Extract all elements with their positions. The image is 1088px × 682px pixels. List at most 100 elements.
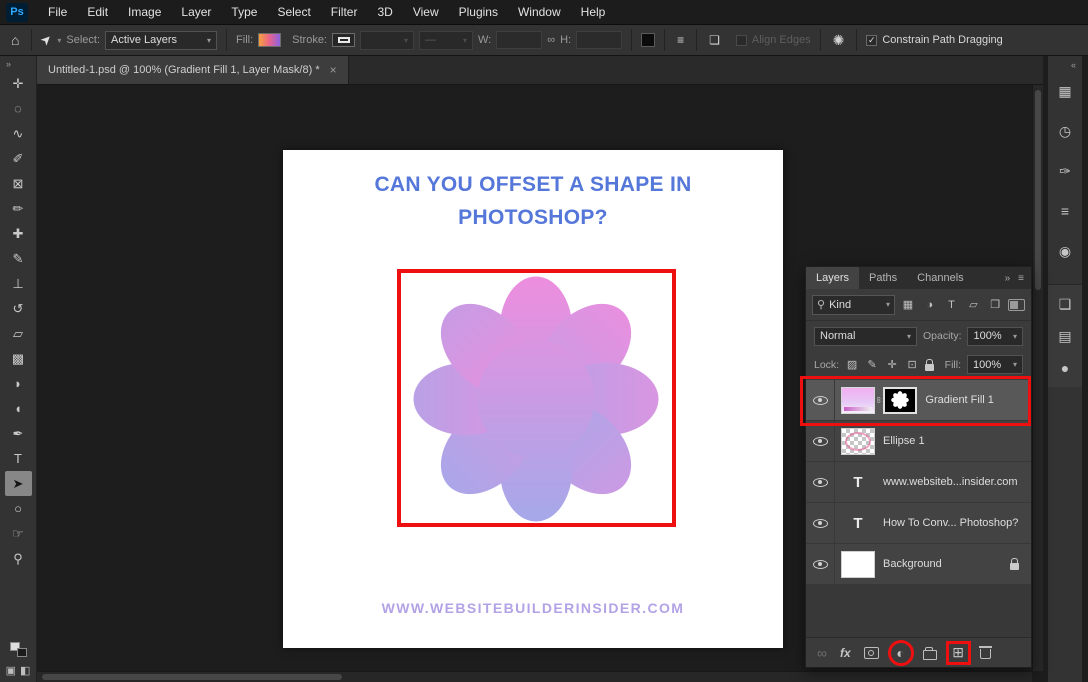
- height-field[interactable]: [576, 31, 622, 49]
- horizontal-scrollbar-thumb[interactable]: [42, 674, 342, 680]
- eye-icon[interactable]: [813, 560, 828, 569]
- vertical-scrollbar-thumb[interactable]: [1035, 90, 1041, 290]
- eraser-tool[interactable]: ▱: [5, 321, 32, 346]
- path-arrangement-icon[interactable]: ❏: [706, 33, 723, 47]
- stroke-width-dropdown[interactable]: ▾: [360, 31, 414, 50]
- gradient-tool[interactable]: ▩: [5, 346, 32, 371]
- hand-tool[interactable]: ☞: [5, 521, 32, 546]
- elliptical-marquee-tool[interactable]: ◌: [5, 96, 32, 121]
- frame-tool[interactable]: ⊠: [5, 171, 32, 196]
- dodge-tool[interactable]: ◖: [5, 396, 32, 421]
- menu-window[interactable]: Window: [508, 0, 571, 25]
- fill-swatch[interactable]: [258, 33, 281, 47]
- filter-kind-dropdown[interactable]: ⚲ Kind ▾: [812, 295, 895, 315]
- home-icon[interactable]: ⌂: [8, 32, 22, 48]
- clone-stamp-tool[interactable]: ⊥: [5, 271, 32, 296]
- type-layer-thumbnail[interactable]: T: [841, 510, 875, 537]
- stroke-type-dropdown[interactable]: — ▾: [419, 31, 473, 50]
- history-brush-tool[interactable]: ↺: [5, 296, 32, 321]
- layer-row-background[interactable]: Background: [806, 544, 1031, 585]
- eyedropper-tool[interactable]: ✏: [5, 196, 32, 221]
- background-color-swatch[interactable]: [17, 648, 27, 657]
- gradients-icon[interactable]: ●: [1052, 355, 1078, 381]
- constrain-path-dragging-checkbox[interactable]: ✓: [866, 35, 877, 46]
- menu-type[interactable]: Type: [221, 0, 267, 25]
- foreground-background-swatches[interactable]: [10, 642, 27, 657]
- visibility-cell[interactable]: [806, 421, 835, 461]
- link-layers-icon[interactable]: ∞: [817, 645, 827, 661]
- filter-smart-objects-icon[interactable]: ❒: [986, 295, 1004, 315]
- move-tool[interactable]: ✛: [5, 71, 32, 96]
- screen-mode-icon[interactable]: ◧: [20, 664, 30, 677]
- menu-select[interactable]: Select: [267, 0, 320, 25]
- gradient-fill-thumbnail[interactable]: [841, 387, 875, 414]
- tool-preset-caret-icon[interactable]: ▾: [57, 36, 61, 45]
- menu-image[interactable]: Image: [118, 0, 171, 25]
- type-tool[interactable]: T: [5, 446, 32, 471]
- layer-row-howto-text[interactable]: T How To Conv... Photoshop?: [806, 503, 1031, 544]
- new-adjustment-layer-icon[interactable]: ◐: [896, 645, 904, 661]
- history-icon[interactable]: ◷: [1052, 118, 1078, 144]
- gear-icon[interactable]: ✺: [830, 32, 848, 49]
- channels-icon[interactable]: ▤: [1052, 323, 1078, 349]
- color-icon[interactable]: ◉: [1052, 238, 1078, 264]
- width-field[interactable]: [496, 31, 542, 49]
- align-edges-checkbox[interactable]: [736, 35, 747, 46]
- new-layer-icon[interactable]: ⊞: [952, 644, 964, 661]
- eye-icon[interactable]: [813, 478, 828, 487]
- current-tool-icon[interactable]: ➤: [37, 30, 56, 49]
- filter-type-layers-icon[interactable]: T: [943, 295, 961, 315]
- type-layer-thumbnail[interactable]: T: [841, 469, 875, 496]
- layer-mask-link-icon[interactable]: ∞: [874, 397, 884, 403]
- layer-style-fx-icon[interactable]: fx: [840, 646, 851, 660]
- menu-3d[interactable]: 3D: [367, 0, 402, 25]
- layer-row-website-text[interactable]: T www.websiteb...insider.com: [806, 462, 1031, 503]
- blend-mode-dropdown[interactable]: Normal ▾: [814, 327, 917, 346]
- path-selection-tool[interactable]: ➤: [5, 471, 32, 496]
- ellipse-tool[interactable]: ○: [5, 496, 32, 521]
- tab-layers[interactable]: Layers: [806, 267, 859, 289]
- new-group-icon[interactable]: [923, 650, 937, 660]
- libraries-icon[interactable]: ▦: [1052, 78, 1078, 104]
- filter-pixel-layers-icon[interactable]: ▦: [899, 295, 917, 315]
- layer-row-gradient-fill-1[interactable]: ∞: [806, 380, 1031, 421]
- quick-mask-icon[interactable]: ▣: [6, 664, 16, 677]
- filter-shape-layers-icon[interactable]: ▱: [964, 295, 982, 315]
- tab-paths[interactable]: Paths: [859, 267, 907, 289]
- menu-layer[interactable]: Layer: [171, 0, 221, 25]
- healing-brush-tool[interactable]: ✚: [5, 221, 32, 246]
- panel-menu-icon[interactable]: ≡: [1018, 273, 1024, 284]
- close-icon[interactable]: ×: [330, 63, 337, 77]
- horizontal-scrollbar[interactable]: [37, 671, 1032, 682]
- filter-adjustment-layers-icon[interactable]: ◑: [921, 295, 939, 315]
- fill-dropdown[interactable]: 100% ▾: [967, 355, 1023, 374]
- menu-help[interactable]: Help: [571, 0, 616, 25]
- link-dimensions-icon[interactable]: ∞: [547, 34, 555, 46]
- document-tab[interactable]: Untitled-1.psd @ 100% (Gradient Fill 1, …: [37, 56, 349, 84]
- brush-tool[interactable]: ✎: [5, 246, 32, 271]
- menu-file[interactable]: File: [38, 0, 77, 25]
- brushes-icon[interactable]: ✑: [1052, 158, 1078, 184]
- menu-edit[interactable]: Edit: [77, 0, 118, 25]
- eye-icon[interactable]: [813, 396, 828, 405]
- background-layer-thumbnail[interactable]: [841, 551, 875, 578]
- blur-tool[interactable]: ◗: [5, 371, 32, 396]
- visibility-cell[interactable]: [806, 544, 835, 584]
- eye-icon[interactable]: [813, 519, 828, 528]
- lock-position-icon[interactable]: ✛: [885, 358, 899, 371]
- layer-mask-thumbnail[interactable]: [883, 387, 917, 414]
- path-alignment-icon[interactable]: ≡: [674, 33, 687, 47]
- visibility-cell[interactable]: [806, 380, 835, 420]
- eye-icon[interactable]: [813, 437, 828, 446]
- add-layer-mask-icon[interactable]: [864, 647, 879, 659]
- opacity-dropdown[interactable]: 100% ▾: [967, 327, 1023, 346]
- ellipse-layer-thumbnail[interactable]: [841, 428, 875, 455]
- expand-panels-icon[interactable]: «: [1071, 56, 1082, 78]
- pen-tool[interactable]: ✒: [5, 421, 32, 446]
- menu-filter[interactable]: Filter: [321, 0, 368, 25]
- delete-layer-icon[interactable]: [980, 646, 991, 659]
- layers-icon[interactable]: ❏: [1052, 291, 1078, 317]
- lock-artboard-icon[interactable]: ⊡: [905, 358, 919, 371]
- layer-row-ellipse-1[interactable]: Ellipse 1: [806, 421, 1031, 462]
- path-operations-icon[interactable]: [641, 33, 655, 47]
